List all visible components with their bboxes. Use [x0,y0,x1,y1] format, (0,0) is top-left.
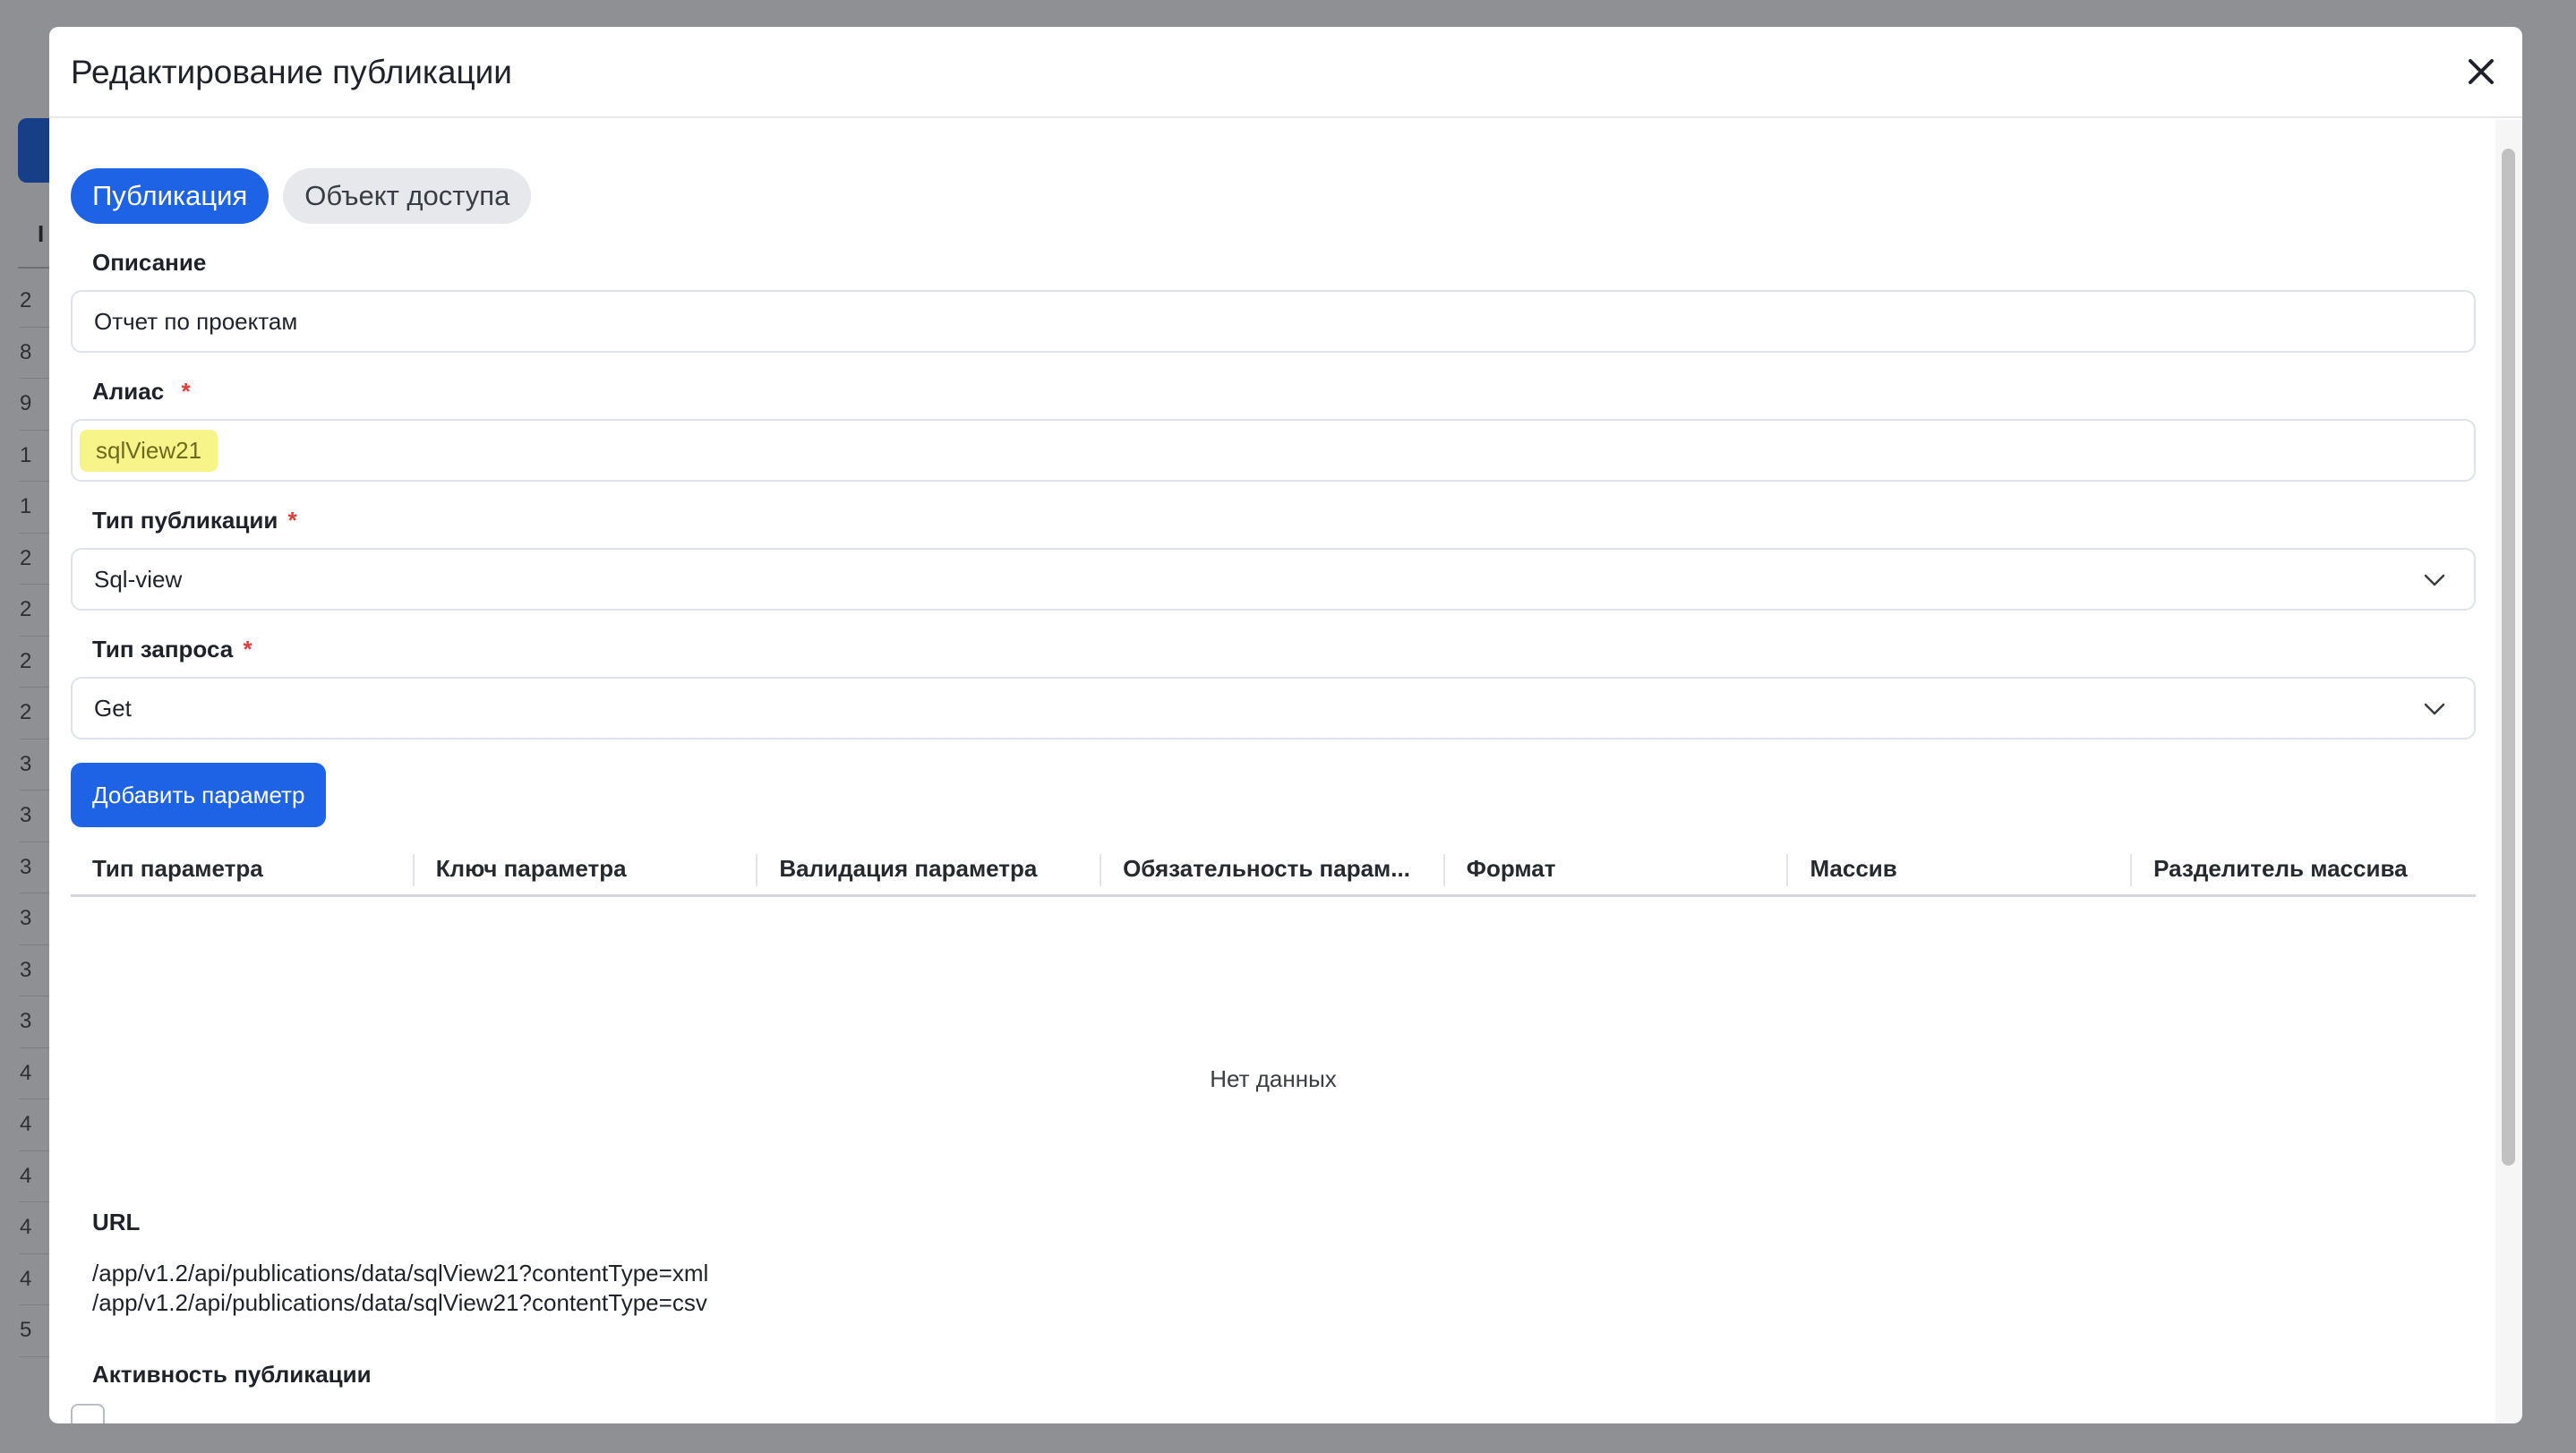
modal-title: Редактирование публикации [71,54,512,90]
activity-label: Активность публикации [92,1361,372,1388]
required-mark: * [243,636,252,662]
description-field[interactable]: Отчет по проектам [71,290,2476,353]
publication-type-label: Тип публикации * [92,507,297,534]
url-link-xml[interactable]: /app/v1.2/api/publications/data/sqlView2… [92,1260,708,1286]
tab-publication[interactable]: Публикация [71,168,270,224]
column-header[interactable]: Ключ параметра [415,843,758,894]
request-type-label-text: Тип запроса [92,636,234,662]
tab-bar: Публикация Объект доступа [71,168,532,224]
request-type-label: Тип запроса * [92,636,252,663]
required-mark: * [181,378,191,405]
table-empty-text: Нет данных [1210,1065,1337,1092]
close-icon [2469,59,2494,84]
alias-field[interactable]: sqlView21 [71,419,2476,482]
params-table-header: Тип параметра Ключ параметра Валидация п… [71,843,2476,897]
close-button[interactable] [2461,52,2501,91]
chevron-down-icon [2424,703,2445,715]
request-type-value: Get [94,694,132,722]
url-list: /app/v1.2/api/publications/data/sqlView2… [92,1259,708,1318]
add-parameter-button[interactable]: Добавить параметр [71,763,327,827]
chevron-down-icon [2424,574,2445,586]
description-label: Описание [92,249,207,276]
url-label: URL [92,1209,141,1235]
url-line-xml-wrap: /app/v1.2/api/publications/data/sqlView2… [92,1259,708,1288]
column-header[interactable]: Тип параметра [71,843,415,894]
alias-value: sqlView21 [80,429,218,472]
scrollbar-thumb[interactable] [2502,149,2515,1166]
request-type-select[interactable]: Get [71,677,2476,739]
tab-access-object[interactable]: Объект доступа [283,168,532,224]
publication-type-value: Sql-view [94,565,183,593]
background-header-cell: I [38,220,45,247]
modal-header: Редактирование публикации [49,27,2522,118]
column-header[interactable]: Массив [1788,843,2132,894]
url-link-csv[interactable]: /app/v1.2/api/publications/data/sqlView2… [92,1288,708,1318]
alias-label: Алиас * [92,378,191,406]
description-value: Отчет по проектам [94,307,298,335]
alias-label-text: Алиас [92,378,165,405]
column-header[interactable]: Формат [1445,843,1789,894]
column-header[interactable]: Разделитель массива [2132,843,2476,894]
column-header[interactable]: Обязательность парам... [1101,843,1445,894]
column-header[interactable]: Валидация параметра [757,843,1101,894]
edit-publication-modal: Редактирование публикации Публикация Объ… [49,27,2522,1423]
activity-checkbox[interactable] [71,1404,105,1423]
alias-value-wrap: sqlView21 [80,421,218,480]
required-mark: * [287,507,297,534]
publication-type-label-text: Тип публикации [92,507,278,534]
modal-scrollbar[interactable] [2495,120,2522,1423]
publication-type-select[interactable]: Sql-view [71,548,2476,611]
